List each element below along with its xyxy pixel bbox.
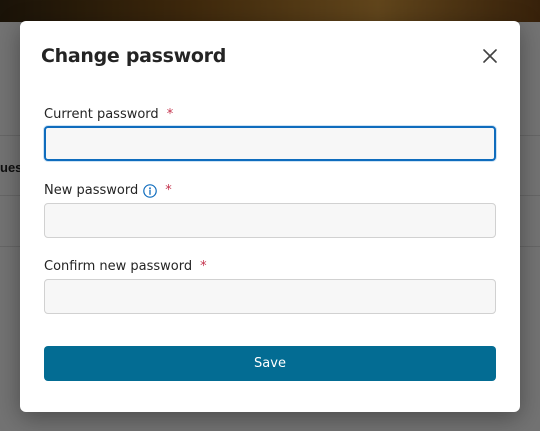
dialog-title: Change password (41, 45, 227, 67)
required-mark: * (165, 183, 172, 198)
current-password-input[interactable] (44, 126, 496, 161)
close-button[interactable] (480, 46, 500, 66)
save-button[interactable]: Save (44, 346, 496, 381)
new-password-label: New password * (44, 183, 172, 198)
confirm-password-label-text: Confirm new password (44, 259, 193, 274)
change-password-dialog: Change password Current password * New p… (20, 21, 520, 412)
required-mark: * (166, 107, 174, 122)
new-password-input[interactable] (44, 203, 496, 238)
new-password-label-text: New password (44, 183, 139, 198)
close-icon (483, 49, 497, 63)
required-mark: * (200, 259, 207, 274)
confirm-password-label: Confirm new password * (44, 259, 207, 274)
current-password-label-text: Current password (44, 107, 159, 122)
info-icon[interactable] (143, 183, 158, 198)
confirm-password-input[interactable] (44, 279, 496, 314)
current-password-label: Current password * (44, 107, 173, 122)
